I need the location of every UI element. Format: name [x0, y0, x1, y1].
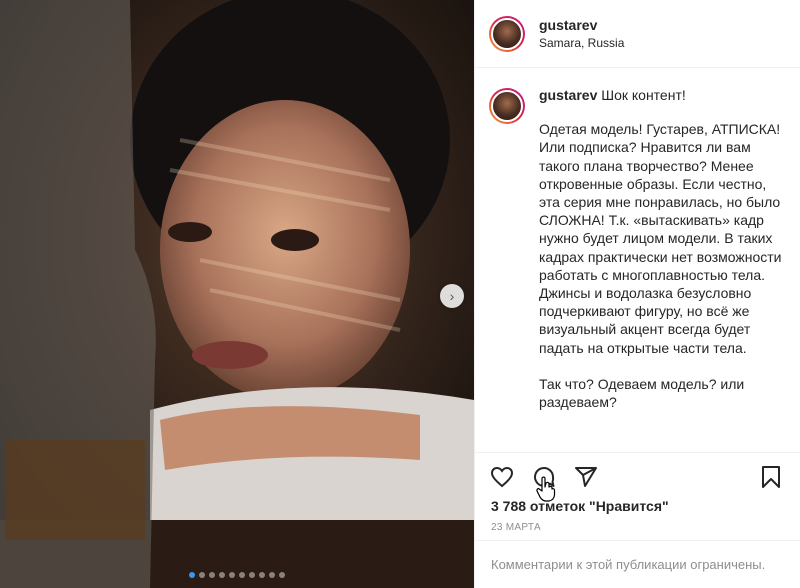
carousel-dot [209, 572, 215, 578]
carousel-dot [199, 572, 205, 578]
hand-cursor-icon [536, 476, 556, 502]
post-details-panel: gustarev Samara, Russia gustarev Шок кон… [474, 0, 800, 588]
carousel-dot [239, 572, 245, 578]
like-button[interactable] [489, 464, 515, 490]
heart-icon [490, 466, 514, 487]
send-icon [575, 466, 597, 487]
comments-restricted-note: Комментарии к этой публикации ограничены… [475, 540, 800, 588]
bookmark-icon [762, 465, 780, 488]
carousel-dot [219, 572, 225, 578]
photo-artwork [0, 0, 474, 588]
avatar[interactable] [489, 15, 525, 52]
save-button[interactable] [758, 464, 784, 490]
caption: gustarev Шок контент! Одетая модель! Гус… [489, 86, 788, 411]
carousel-next-button[interactable]: › [440, 284, 464, 308]
carousel-dots [0, 572, 474, 578]
caption-text: Одетая модель! Густарев, АТПИСКА! Или по… [539, 121, 782, 411]
post-photo[interactable]: › [0, 0, 474, 588]
location-link[interactable]: Samara, Russia [539, 36, 624, 50]
carousel-dot [269, 572, 275, 578]
action-bar [475, 452, 800, 500]
post-header: gustarev Samara, Russia [475, 0, 800, 68]
post-date[interactable]: 23 марта [491, 522, 541, 533]
carousel-dot [259, 572, 265, 578]
username-link[interactable]: gustarev [539, 17, 624, 33]
caption-title: Шок контент! [601, 87, 686, 103]
share-button[interactable] [573, 464, 599, 490]
carousel-dot [229, 572, 235, 578]
carousel-dot [249, 572, 255, 578]
carousel-dot [189, 572, 195, 578]
caption-username[interactable]: gustarev [539, 87, 597, 103]
avatar[interactable] [489, 88, 525, 124]
carousel-dot [279, 572, 285, 578]
likes-count[interactable]: 3 788 отметок "Нравится" [491, 498, 669, 514]
chevron-right-icon: › [449, 288, 455, 304]
